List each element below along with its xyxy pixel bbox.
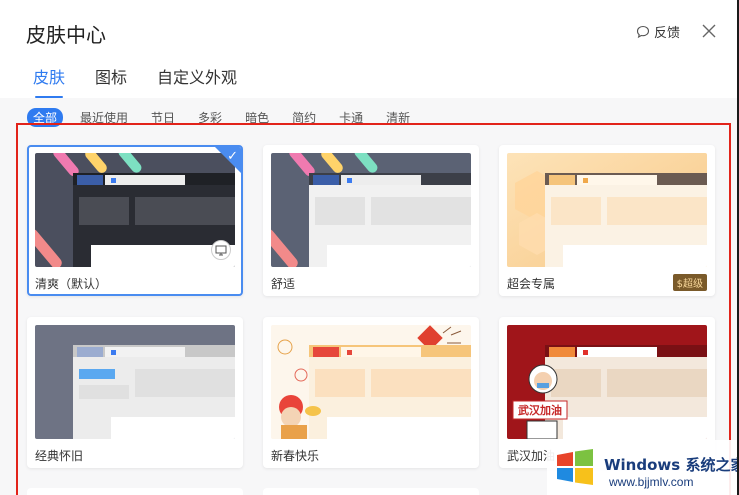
filter-holiday[interactable]: 节日 — [145, 108, 181, 127]
skin-card-default[interactable]: ✓ 清爽（默认） — [27, 145, 243, 296]
watermark-url: www.bjjmlv.com — [609, 475, 694, 489]
feedback-button[interactable]: 反馈 — [636, 22, 680, 41]
skin-center-window: 皮肤中心 反馈 皮肤 图标 自定义外观 全部 最近使用 节日 多彩 暗色 简约 … — [0, 0, 739, 495]
skin-thumbnail — [507, 153, 707, 267]
filter-cartoon[interactable]: 卡通 — [333, 108, 369, 127]
watermark: Windows 系统之家 www.bjjmlv.com — [547, 440, 739, 495]
tab-icons[interactable]: 图标 — [95, 64, 127, 98]
tab-skins[interactable]: 皮肤 — [33, 64, 65, 98]
close-icon[interactable] — [700, 22, 718, 40]
skin-label: 超会专属 — [507, 277, 556, 291]
window-header: 皮肤中心 反馈 皮肤 图标 自定义外观 — [0, 0, 739, 98]
skin-thumbnail: 武汉加油 — [507, 325, 707, 439]
filter-simple[interactable]: 简约 — [286, 108, 322, 127]
filter-colorful[interactable]: 多彩 — [192, 108, 228, 127]
window-title: 皮肤中心 — [26, 23, 106, 47]
chat-bubble-icon — [636, 25, 650, 38]
skin-thumbnail — [271, 325, 471, 439]
watermark-title: Windows 系统之家 — [604, 454, 739, 475]
skin-card-spring-festival[interactable]: 新春快乐 — [263, 317, 479, 468]
watermark-brand-zh: 系统之家 — [685, 456, 739, 474]
skin-thumbnail — [271, 153, 471, 267]
wuhan-slogan: 武汉加油 — [518, 403, 562, 417]
feedback-label: 反馈 — [654, 26, 681, 41]
filter-chips: 全部 最近使用 节日 多彩 暗色 简约 卡通 清新 — [27, 108, 427, 127]
tab-custom-appearance[interactable]: 自定义外观 — [157, 64, 237, 98]
skin-card-comfort[interactable]: 舒适 — [263, 145, 479, 296]
watermark-brand: Windows — [604, 456, 681, 474]
skin-thumbnail — [35, 325, 235, 439]
filter-all[interactable]: 全部 — [27, 108, 64, 127]
super-member-badge: $超级 — [672, 274, 707, 291]
monitor-icon[interactable] — [211, 240, 231, 260]
skin-label: 清爽（默认） — [35, 277, 108, 291]
windows-logo-icon — [557, 449, 593, 485]
skin-card-partial[interactable] — [263, 488, 479, 495]
skin-label: 舒适 — [271, 277, 296, 291]
checkmark-icon: ✓ — [227, 148, 238, 163]
main-tabs: 皮肤 图标 自定义外观 — [33, 64, 237, 98]
skin-label: 新春快乐 — [271, 449, 320, 463]
skin-thumbnail — [35, 153, 235, 267]
skin-card-super-member[interactable]: 超会专属 $超级 — [499, 145, 715, 296]
filter-dark[interactable]: 暗色 — [239, 108, 275, 127]
skin-card-partial[interactable] — [27, 488, 243, 495]
filter-recent[interactable]: 最近使用 — [74, 108, 134, 127]
skin-card-classic[interactable]: 经典怀旧 — [27, 317, 243, 468]
filter-fresh[interactable]: 清新 — [380, 108, 416, 127]
skin-label: 经典怀旧 — [35, 449, 84, 463]
